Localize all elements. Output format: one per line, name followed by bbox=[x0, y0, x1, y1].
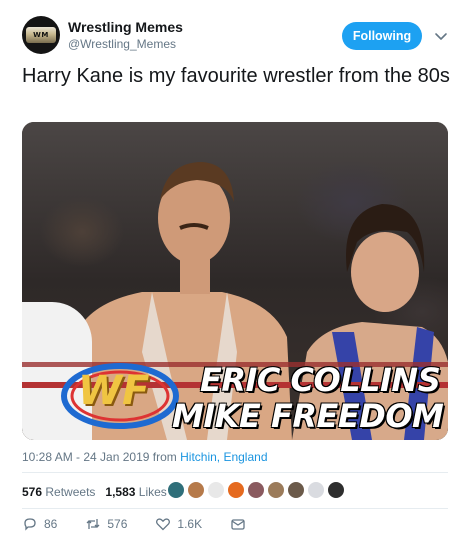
liker-avatar[interactable] bbox=[187, 481, 205, 499]
tweet-header: WM Wrestling Memes @Wrestling_Memes Foll… bbox=[22, 16, 450, 60]
wwf-logo-text: WF bbox=[78, 368, 150, 414]
tweet-actions: 86 576 1.6K bbox=[22, 514, 280, 534]
retweets-stat[interactable]: 576 Retweets bbox=[22, 485, 95, 499]
time-date[interactable]: 10:28 AM - 24 Jan 2019 from bbox=[22, 450, 177, 464]
likes-label: Likes bbox=[138, 485, 167, 499]
message-icon bbox=[231, 519, 245, 530]
divider-bottom bbox=[22, 508, 448, 509]
liker-avatar[interactable] bbox=[307, 481, 325, 499]
caption-line-1: ERIC COLLINS bbox=[200, 361, 441, 399]
tweet-media[interactable]: WF ERIC COLLINS MIKE FREEDOM bbox=[22, 122, 448, 440]
message-button[interactable] bbox=[230, 516, 252, 532]
chevron-down-icon[interactable] bbox=[433, 28, 449, 44]
avatar[interactable]: WM bbox=[22, 16, 60, 54]
tweet-meta: 10:28 AM - 24 Jan 2019 from Hitchin, Eng… bbox=[22, 450, 268, 464]
liker-avatar[interactable] bbox=[267, 481, 285, 499]
location-link[interactable]: Hitchin, England bbox=[180, 450, 267, 464]
liker-avatar[interactable] bbox=[207, 481, 225, 499]
like-count: 1.6K bbox=[177, 517, 203, 531]
tweet-text: Harry Kane is my favourite wrestler from… bbox=[22, 65, 450, 87]
like-icon bbox=[156, 518, 171, 531]
reply-count: 86 bbox=[44, 517, 58, 531]
engagement-stats: 576 Retweets 1,583 Likes bbox=[22, 482, 177, 502]
retweet-button[interactable]: 576 bbox=[85, 516, 127, 532]
liker-avatars bbox=[167, 481, 347, 499]
caption-line-2: MIKE FREEDOM bbox=[172, 397, 444, 435]
author-names: Wrestling Memes @Wrestling_Memes bbox=[68, 18, 183, 52]
following-button[interactable]: Following bbox=[342, 22, 422, 50]
handle[interactable]: @Wrestling_Memes bbox=[68, 36, 183, 52]
avatar-logo: WM bbox=[26, 27, 56, 43]
wwf-logo: WF bbox=[60, 358, 180, 434]
liker-avatar[interactable] bbox=[327, 481, 345, 499]
liker-avatar[interactable] bbox=[227, 481, 245, 499]
retweets-label: Retweets bbox=[45, 485, 96, 499]
liker-avatar[interactable] bbox=[287, 481, 305, 499]
retweet-count: 576 bbox=[107, 517, 128, 531]
reply-icon bbox=[24, 518, 36, 531]
display-name[interactable]: Wrestling Memes bbox=[68, 18, 183, 36]
likes-stat[interactable]: 1,583 Likes bbox=[105, 485, 166, 499]
liker-avatar[interactable] bbox=[167, 481, 185, 499]
divider-top bbox=[22, 472, 448, 473]
retweet-icon bbox=[86, 519, 100, 529]
reply-button[interactable]: 86 bbox=[22, 516, 57, 532]
likes-count: 1,583 bbox=[105, 485, 136, 499]
like-button[interactable]: 1.6K bbox=[155, 516, 202, 532]
retweets-count: 576 bbox=[22, 485, 43, 499]
liker-avatar[interactable] bbox=[247, 481, 265, 499]
